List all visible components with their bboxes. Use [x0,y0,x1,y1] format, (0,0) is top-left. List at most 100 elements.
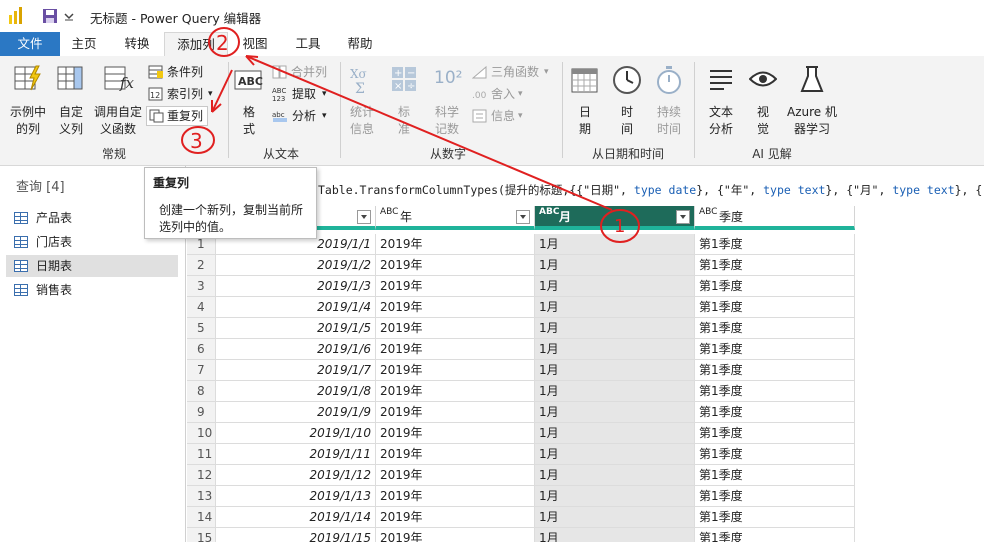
month-cell[interactable]: 1月 [535,360,695,381]
month-cell[interactable]: 1月 [535,276,695,297]
date-cell[interactable]: 2019/1/10 [216,423,376,444]
save-icon[interactable] [42,8,58,24]
query-item-selected[interactable]: 日期表 [6,255,178,277]
text-type-icon: ABC [539,207,560,217]
extract-button[interactable]: ABC 123 提取 ▾ [272,84,338,104]
quarter-cell[interactable]: 第1季度 [695,423,855,444]
date-cell[interactable]: 2019/1/5 [216,318,376,339]
quarter-cell[interactable]: 第1季度 [695,465,855,486]
custom-column-button[interactable]: 自定 义列 [52,60,90,140]
date-button[interactable]: 日 期 [566,60,604,140]
year-cell[interactable]: 2019年 [376,234,535,255]
quarter-cell[interactable]: 第1季度 [695,360,855,381]
date-cell[interactable]: 2019/1/4 [216,297,376,318]
time-button[interactable]: 时 间 [608,60,646,140]
duration-button[interactable]: 持续 时间 [648,60,690,140]
quarter-cell[interactable]: 第1季度 [695,234,855,255]
year-cell[interactable]: 2019年 [376,507,535,528]
parse-button[interactable]: abc 分析 ▾ [272,106,338,126]
month-cell[interactable]: 1月 [535,507,695,528]
month-cell[interactable]: 1月 [535,318,695,339]
filter-dropdown-icon[interactable] [676,210,690,224]
azure-ml-button[interactable]: Azure 机 器学习 [784,60,840,140]
year-cell[interactable]: 2019年 [376,297,535,318]
month-cell[interactable]: 1月 [535,381,695,402]
date-cell[interactable]: 2019/1/7 [216,360,376,381]
quarter-cell[interactable]: 第1季度 [695,507,855,528]
date-cell[interactable]: 2019/1/14 [216,507,376,528]
month-cell[interactable]: 1月 [535,234,695,255]
quarter-cell[interactable]: 第1季度 [695,318,855,339]
column-header-month[interactable]: ABC 月 [535,206,695,230]
quarter-cell[interactable]: 第1季度 [695,486,855,507]
year-cell[interactable]: 2019年 [376,444,535,465]
year-cell[interactable]: 2019年 [376,318,535,339]
year-cell[interactable]: 2019年 [376,528,535,542]
month-cell[interactable]: 1月 [535,465,695,486]
quarter-cell[interactable]: 第1季度 [695,528,855,542]
quarter-cell[interactable]: 第1季度 [695,339,855,360]
year-cell[interactable]: 2019年 [376,255,535,276]
rounding-button[interactable]: .00 舍入 ▾ [472,84,560,104]
quick-access-dropdown-icon[interactable] [64,13,74,21]
month-cell[interactable]: 1月 [535,486,695,507]
conditional-column-button[interactable]: 条件列 [148,62,220,82]
year-cell[interactable]: 2019年 [376,360,535,381]
index-column-button[interactable]: 12 索引列 ▾ [148,84,220,104]
quarter-cell[interactable]: 第1季度 [695,444,855,465]
tab-help[interactable]: 帮助 [336,32,384,56]
month-cell[interactable]: 1月 [535,255,695,276]
filter-dropdown-icon[interactable] [516,210,530,224]
vision-button[interactable]: 视 觉 [744,60,782,140]
quarter-cell[interactable]: 第1季度 [695,402,855,423]
invoke-custom-function-button[interactable]: fx 调用自定 义函数 [92,60,144,140]
tab-home[interactable]: 主页 [60,32,108,56]
duplicate-column-button[interactable]: 重复列 [146,106,208,126]
query-item[interactable]: 销售表 [6,279,178,301]
date-cell[interactable]: 2019/1/11 [216,444,376,465]
information-button[interactable]: 信息 ▾ [472,106,560,126]
year-cell[interactable]: 2019年 [376,381,535,402]
tab-file[interactable]: 文件 [0,32,60,56]
statistics-button[interactable]: Xσ Σ 统计 信息 [344,60,380,140]
text-analytics-button[interactable]: 文本 分析 [700,60,742,140]
date-cell[interactable]: 2019/1/13 [216,486,376,507]
date-cell[interactable]: 2019/1/15 [216,528,376,542]
format-button[interactable]: ABC 格 式 [232,60,266,140]
month-cell[interactable]: 1月 [535,402,695,423]
tab-add-column[interactable]: 添加列 [164,32,228,56]
column-from-examples-button[interactable]: 示例中 的列 [8,60,48,140]
filter-dropdown-icon[interactable] [357,210,371,224]
scientific-button[interactable]: 10² 科学 记数 [426,60,468,140]
year-cell[interactable]: 2019年 [376,276,535,297]
year-cell[interactable]: 2019年 [376,339,535,360]
year-cell[interactable]: 2019年 [376,486,535,507]
tab-transform[interactable]: 转换 [110,32,164,56]
quarter-cell[interactable]: 第1季度 [695,276,855,297]
month-cell[interactable]: 1月 [535,444,695,465]
year-cell[interactable]: 2019年 [376,402,535,423]
date-cell[interactable]: 2019/1/12 [216,465,376,486]
quarter-cell[interactable]: 第1季度 [695,297,855,318]
trigonometry-button[interactable]: 三角函数 ▾ [472,62,560,82]
column-header-quarter[interactable]: ABC 季度 [695,206,855,230]
tab-tools[interactable]: 工具 [284,32,332,56]
month-cell[interactable]: 1月 [535,339,695,360]
date-cell[interactable]: 2019/1/9 [216,402,376,423]
date-cell[interactable]: 2019/1/3 [216,276,376,297]
date-cell[interactable]: 2019/1/6 [216,339,376,360]
year-cell[interactable]: 2019年 [376,423,535,444]
quarter-cell[interactable]: 第1季度 [695,255,855,276]
formula-bar[interactable]: Table.TransformColumnTypes(提升的标题,{{"日期",… [318,178,984,202]
month-cell[interactable]: 1月 [535,423,695,444]
month-cell[interactable]: 1月 [535,297,695,318]
month-cell[interactable]: 1月 [535,528,695,542]
year-cell[interactable]: 2019年 [376,465,535,486]
tab-view[interactable]: 视图 [230,32,280,56]
date-cell[interactable]: 2019/1/8 [216,381,376,402]
quarter-cell[interactable]: 第1季度 [695,381,855,402]
standard-button[interactable]: + − × ÷ 标 准 [386,60,422,140]
merge-columns-button[interactable]: 合并列 [272,62,338,82]
column-header-year[interactable]: ABC 年 [376,206,535,230]
date-cell[interactable]: 2019/1/2 [216,255,376,276]
